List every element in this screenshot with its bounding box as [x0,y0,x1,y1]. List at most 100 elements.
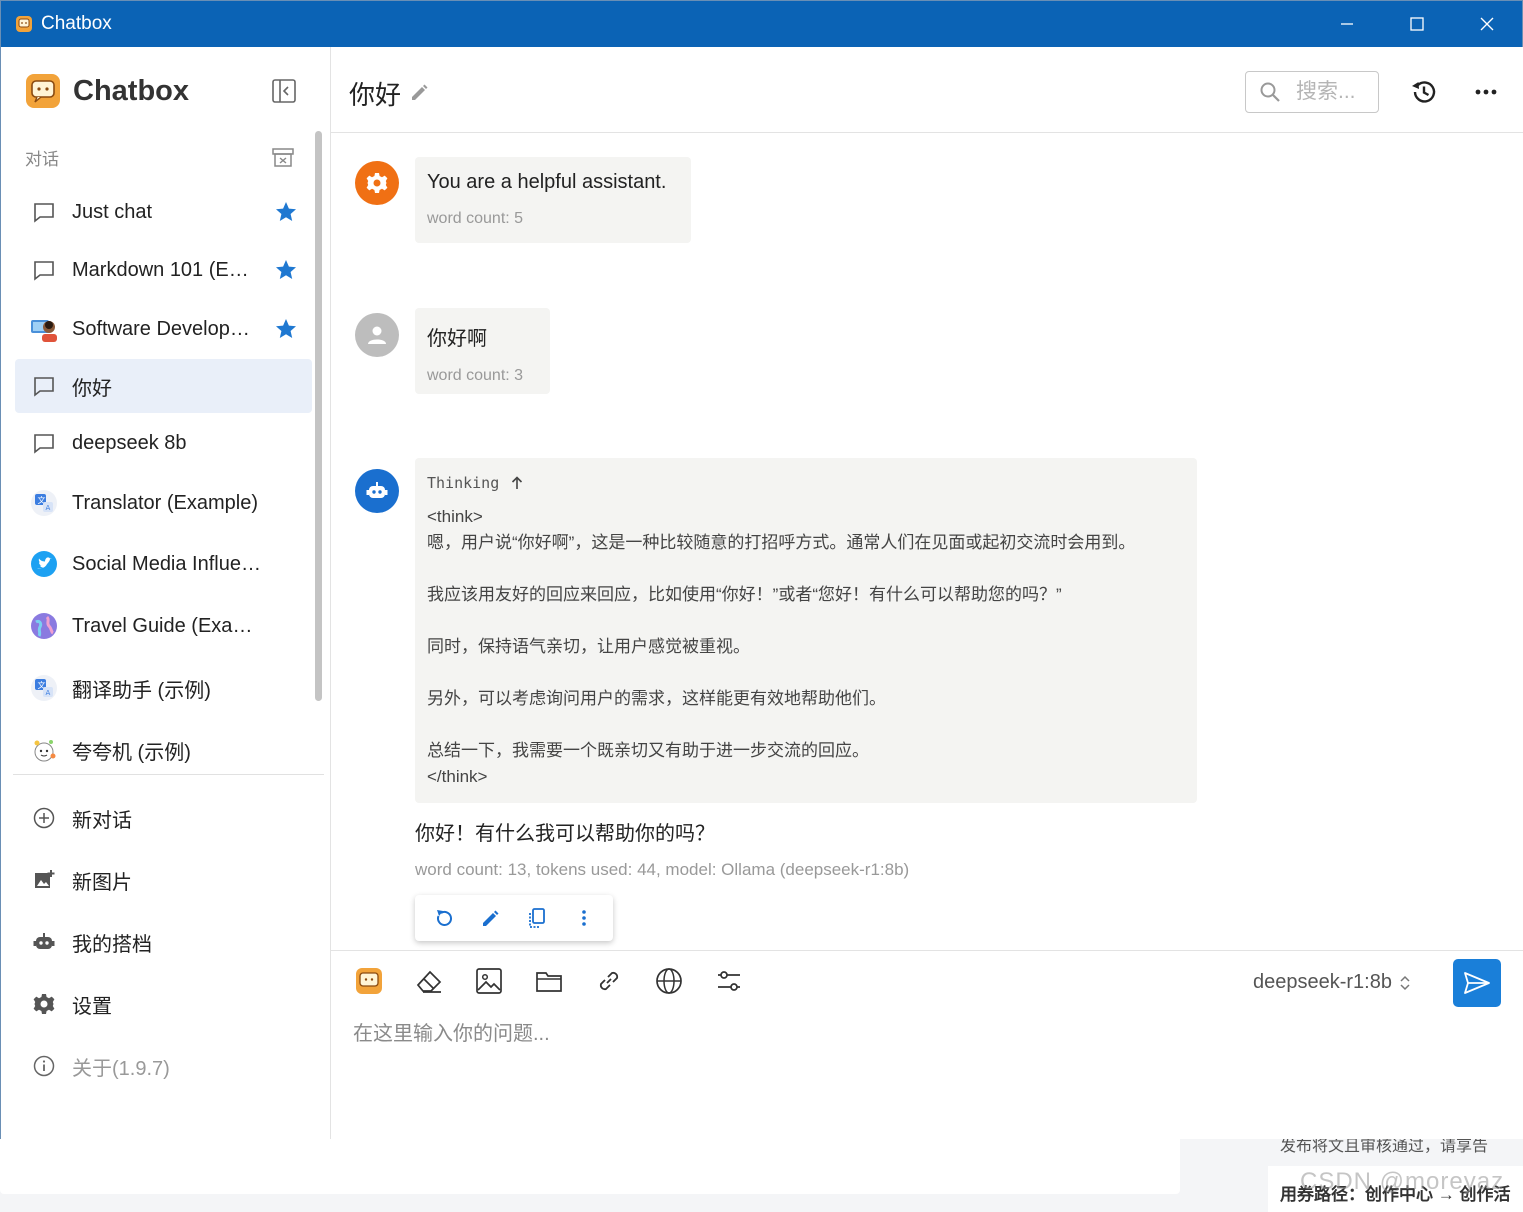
chat-bubble-icon [29,428,59,458]
more-options-icon[interactable] [1471,77,1501,107]
message-text: You are a helpful assistant. [427,171,667,193]
clear-context-button[interactable] [413,965,445,997]
sidebar-scrollbar[interactable] [315,131,322,701]
conversation-item[interactable]: 夸夸机 (示例) [15,719,312,781]
think-gap [427,660,1185,686]
star-icon[interactable] [274,258,298,282]
think-line: 总结一下，我需要一个既亲切又有助于进一步交流的回应。 [427,741,869,760]
close-button[interactable] [1452,1,1522,47]
new-image-button[interactable]: 新图片 [15,849,312,911]
message-text: 你好啊 [427,328,487,350]
gear-icon [366,173,388,193]
chat-bubble-icon [29,371,59,401]
globe-icon [656,968,682,994]
web-browsing-button[interactable] [653,965,685,997]
send-button[interactable] [1453,959,1501,1007]
arrow-up-icon [512,476,523,489]
brand-name: Chatbox [73,74,189,107]
model-selector[interactable]: deepseek-r1:8b [1253,971,1412,994]
edit-message-button[interactable] [478,905,504,931]
attach-link-button[interactable] [593,965,625,997]
collapse-sidebar-icon[interactable] [271,78,297,104]
conversation-item[interactable]: 文 A Translator (Example) [15,473,312,533]
conversation-item[interactable]: Travel Guide (Example) [15,595,312,657]
conversation-item[interactable]: Software Develop… [15,299,312,359]
message-actions [415,895,613,941]
minimize-button[interactable] [1312,1,1382,47]
edit-title-icon[interactable] [409,81,431,103]
image-icon [476,968,502,994]
conversation-item[interactable]: 文 A 翻译助手 (示例) [15,657,312,719]
about-button[interactable]: 关于(1.9.7) [15,1035,312,1097]
developer-avatar-icon [29,314,59,344]
settings-button[interactable]: 设置 [15,973,312,1035]
svg-text:A: A [46,689,51,697]
about-label: 关于(1.9.7) [72,1057,170,1080]
link-icon [599,971,619,991]
history-icon[interactable] [1409,77,1439,107]
search-input[interactable] [1296,80,1376,104]
eraser-icon [416,970,442,993]
more-actions-button[interactable] [571,905,597,931]
my-copilots-button[interactable]: 我的搭档 [15,911,312,973]
star-icon[interactable] [274,317,298,341]
assistant-avatar [355,469,399,513]
conversation-item[interactable]: Just chat [15,183,312,241]
think-line: 我应该用友好的回应来回应，比如使用“你好！”或者“您好！有什么可以帮助您的吗？” [427,585,1062,604]
conversation-label: Software Develop… [72,317,250,340]
info-icon [29,1051,59,1081]
composer: deepseek-r1:8b [331,950,1523,1139]
chatbox-logo-icon [26,74,60,108]
person-icon [368,326,386,344]
star-icon[interactable] [274,200,298,224]
conversation-label: 夸夸机 (示例) [72,741,191,764]
chat-settings-button[interactable] [713,965,745,997]
archive-icon[interactable] [271,145,295,169]
new-chat-button[interactable]: 新对话 [15,787,312,849]
conversation-title: 你好 [349,80,402,110]
think-gap [427,608,1185,634]
think-gap [427,712,1185,738]
maximize-button[interactable] [1382,1,1452,47]
conversation-item[interactable]: deepseek 8b [15,413,312,473]
sidebar-menu: 新对话 新图片 我的搭档 设置 关于(1.9.7) [15,787,312,1097]
model-name: deepseek-r1:8b [1253,971,1392,993]
message-input[interactable] [353,1017,1453,1117]
think-line: 另外，可以考虑询问用户的需求，这样能更有效地帮助他们。 [427,689,886,708]
conversations-heading: 对话 [25,150,59,169]
copy-button[interactable] [524,905,550,931]
search-box[interactable] [1245,71,1379,113]
title-bar[interactable]: Chatbox [1,1,1522,47]
translate-avatar-icon: 文 A [29,488,59,518]
conversation-item-active[interactable]: 你好 [15,359,312,413]
conversation-label: 翻译助手 (示例) [72,679,211,702]
attach-file-button[interactable] [533,965,565,997]
my-copilots-label: 我的搭档 [72,933,152,956]
user-avatar [355,313,399,357]
chatbox-logo-icon [356,968,382,994]
copilot-picker-button[interactable] [353,965,385,997]
thinking-content: <think> 嗯，用户说“你好啊”，这是一种比较随意的打招呼方式。通常人们在见… [427,504,1185,790]
folder-icon [536,972,562,992]
chat-header: 你好 [331,47,1523,133]
watermark: CSDN @moreyaz [1300,1168,1505,1195]
chat-bubble-icon [29,197,59,227]
search-icon [1260,82,1280,102]
copy-icon [529,908,546,928]
conversation-item[interactable]: Markdown 101 (E… [15,241,312,299]
regenerate-button[interactable] [431,905,457,931]
think-line: </think> [427,767,488,786]
sliders-icon [718,971,740,991]
attach-image-button[interactable] [473,965,505,997]
chat-main: 你好 You are a helpful assistant. word [331,47,1523,1139]
settings-label: 设置 [72,995,112,1018]
window-title: Chatbox [41,13,112,34]
add-circle-icon [29,803,59,833]
message-meta: word count: 3 [427,367,524,384]
conversation-item[interactable]: Social Media Influence… [15,533,312,595]
conversation-label: Travel Guide (Example) [72,614,264,637]
thinking-toggle[interactable]: Thinking [427,474,1185,492]
twitter-avatar-icon [29,549,59,579]
app-window: Chatbox Chatbox 对话 Just chat Markdown 10… [0,0,1523,1139]
translate-avatar-icon: 文 A [29,673,59,703]
